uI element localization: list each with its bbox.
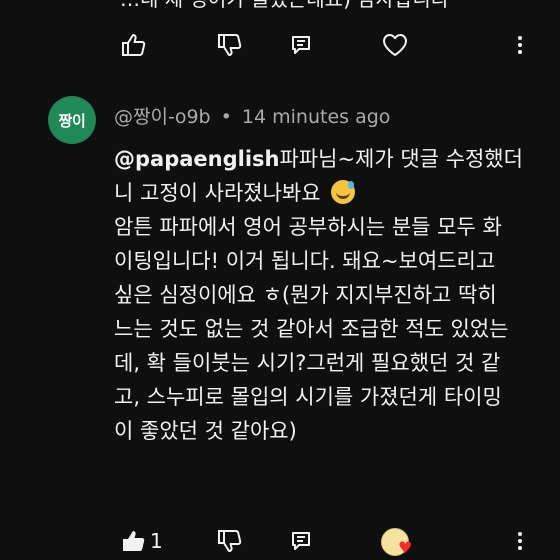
creator-heart-button[interactable] xyxy=(380,28,410,62)
comment-line: 이팅입니다! 이거 됩니다. 돼요~보여드리고 xyxy=(114,249,496,273)
comment-text: 니 고정이 사라졌나봐요 xyxy=(114,181,321,205)
comment-line: 느는 것도 없는 것 같아서 조급한 적도 있었는 xyxy=(114,317,509,341)
previous-comment-cut-text: …네 제 영어가 늘었는데요) 감사합니다 xyxy=(120,0,449,12)
comment-line: 니 고정이 사라졌나봐요 xyxy=(114,176,554,210)
comment-timestamp: 14 minutes ago xyxy=(241,106,391,128)
previous-comment-actions xyxy=(0,28,560,62)
more-vertical-icon xyxy=(518,532,522,550)
heart-outline-icon xyxy=(383,34,407,56)
comment-actions: 1 ♥ xyxy=(0,524,560,558)
reply-button[interactable] xyxy=(288,524,314,558)
thumbs-down-icon xyxy=(218,530,242,552)
thumbs-down-icon xyxy=(218,34,242,56)
creator-heart-icon[interactable]: ♥ xyxy=(378,524,418,558)
dislike-button[interactable] xyxy=(214,524,246,558)
comment-line: @papaenglish파파님~제가 댓글 수정했더 xyxy=(114,142,554,176)
comment-line: 고, 스누피로 몰입의 시기를 가졌던게 타이밍 xyxy=(114,385,502,409)
dislike-button[interactable] xyxy=(214,28,246,62)
comment-line: 데, 확 들이붓는 시기?그런게 필요했던 것 같 xyxy=(114,351,501,375)
thumbs-up-icon xyxy=(122,34,146,56)
comment-line: 이 좋았던 것 같아요) xyxy=(114,419,297,443)
thumbs-up-icon xyxy=(123,531,145,551)
author-name[interactable]: @짱이-o9b xyxy=(114,106,211,128)
like-button[interactable] xyxy=(118,28,150,62)
youtube-comments-screen: …네 제 영어가 늘었는데요) 감사합니다 xyxy=(0,0,560,560)
comment-body: @papaenglish파파님~제가 댓글 수정했더 니 고정이 사라졌나봐요 … xyxy=(114,142,554,448)
more-vertical-icon xyxy=(518,36,522,54)
comment-line: 싶은 심정이에요 ㅎ(뭔가 지지부진하고 딱히 xyxy=(114,283,497,307)
reply-button[interactable] xyxy=(288,28,314,62)
reply-icon xyxy=(292,532,310,550)
comment-text: 파파님~제가 댓글 수정했더 xyxy=(279,147,523,171)
comment-line: 암튼 파파에서 영어 공부하시는 분들 모두 화 xyxy=(114,215,502,239)
like-count: 1 xyxy=(150,529,163,553)
reply-icon xyxy=(292,36,310,54)
like-button[interactable] xyxy=(118,524,150,558)
grinning-sweat-emoji-icon xyxy=(331,180,356,204)
meta-separator: • xyxy=(220,106,232,128)
creator-heart-badge: ♥ xyxy=(398,538,413,557)
comment-meta: @짱이-o9b • 14 minutes ago xyxy=(114,105,390,129)
more-options-button[interactable] xyxy=(508,28,532,62)
mention-link[interactable]: @papaenglish xyxy=(114,147,279,171)
more-options-button[interactable] xyxy=(508,524,532,558)
avatar[interactable]: 짱이 xyxy=(48,96,96,144)
